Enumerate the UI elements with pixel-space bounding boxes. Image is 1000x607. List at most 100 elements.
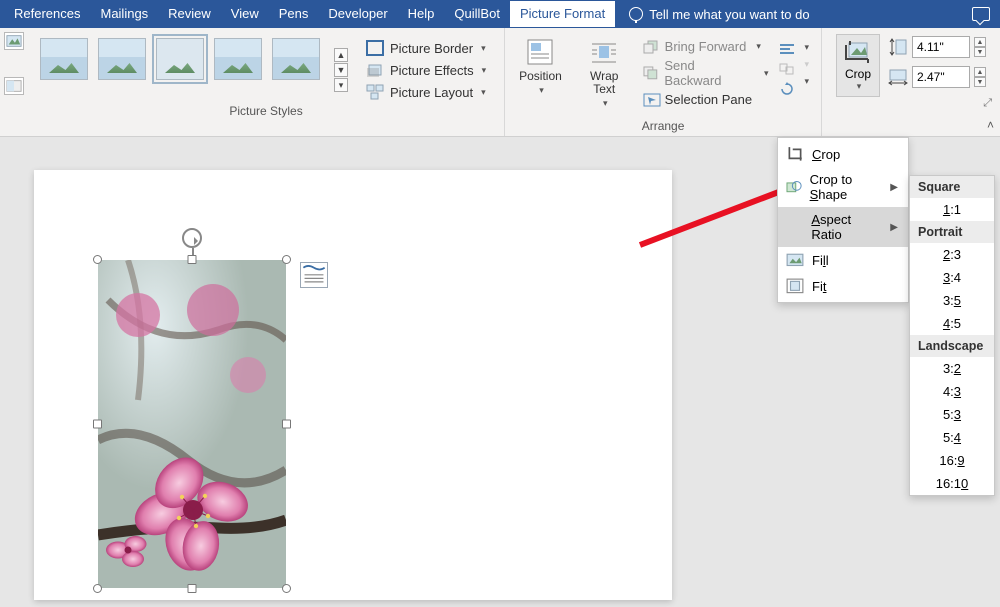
position-button[interactable]: Position▾ (511, 32, 570, 117)
ratio-5-3[interactable]: 5:3 (910, 403, 994, 426)
corrections-button[interactable] (4, 32, 24, 50)
lightbulb-icon (629, 7, 643, 21)
ratio-3-5[interactable]: 3:5 (910, 289, 994, 312)
resize-handle-tr[interactable] (282, 255, 291, 264)
shape-icon (786, 179, 802, 195)
wrap-text-icon (588, 36, 620, 68)
wrap-text-label: Wrap Text (590, 69, 618, 96)
selected-picture[interactable] (98, 260, 286, 588)
tell-me-search[interactable]: Tell me what you want to do (629, 7, 809, 22)
tab-mailings[interactable]: Mailings (90, 1, 158, 27)
crop-menu-icon (786, 146, 804, 162)
styles-more[interactable]: ▲▼▾ (334, 38, 348, 102)
style-thumb-2[interactable] (98, 38, 146, 80)
resize-handle-b[interactable] (188, 584, 197, 593)
style-thumb-1[interactable] (40, 38, 88, 80)
group-button (778, 62, 796, 76)
size-dialog-launcher[interactable]: ⤢ (983, 97, 994, 110)
ratio-2-3[interactable]: 2:3 (910, 243, 994, 266)
resize-handle-t[interactable] (188, 255, 197, 264)
picture-content (98, 260, 286, 588)
width-icon (888, 68, 908, 86)
tab-view[interactable]: View (221, 1, 269, 27)
style-thumb-4[interactable] (214, 38, 262, 80)
quick-adjust-stack (0, 28, 28, 136)
ratio-4-5[interactable]: 4:5 (910, 312, 994, 335)
style-thumb-5[interactable] (272, 38, 320, 80)
ratio-3-4[interactable]: 3:4 (910, 266, 994, 289)
height-input[interactable]: 4.11" (912, 36, 970, 58)
rotate-handle[interactable] (182, 228, 202, 248)
picture-layout-button[interactable]: Picture Layout▾ (362, 82, 490, 102)
height-icon (888, 38, 908, 56)
picture-styles-gallery[interactable]: ▲▼▾ (34, 32, 358, 102)
menu-item-fill[interactable]: Fill (778, 247, 908, 273)
resize-handle-r[interactable] (282, 420, 291, 429)
tab-picture-format[interactable]: Picture Format (510, 1, 615, 27)
align-button[interactable] (778, 42, 796, 56)
menu-item-crop-to-shape[interactable]: Crop to Shape ▶ (778, 167, 908, 207)
tab-quillbot[interactable]: QuillBot (444, 1, 510, 27)
send-backward-label: Send Backward (664, 58, 754, 88)
ratio-1-1[interactable]: 1:1 (910, 198, 994, 221)
tab-developer[interactable]: Developer (318, 1, 397, 27)
menu-item-aspect-label: Aspect Ratio (811, 212, 882, 242)
group-size: Crop ▾ 4.11" ▲▼ 2.47" ▲▼ ⤢ (822, 28, 1000, 136)
tab-help[interactable]: Help (398, 1, 445, 27)
tab-pens[interactable]: Pens (269, 1, 319, 27)
position-label: Position (519, 69, 562, 83)
ratio-header-portrait: Portrait (910, 221, 994, 243)
fit-icon (786, 278, 804, 294)
layout-options-button[interactable] (300, 262, 328, 288)
wrap-text-button[interactable]: Wrap Text▾ (570, 32, 639, 117)
ratio-3-2[interactable]: 3:2 (910, 357, 994, 380)
resize-handle-br[interactable] (282, 584, 291, 593)
resize-handle-tl[interactable] (93, 255, 102, 264)
position-icon (524, 36, 556, 68)
ratio-5-4[interactable]: 5:4 (910, 426, 994, 449)
tab-references[interactable]: References (4, 1, 90, 27)
layout-icon (366, 84, 384, 100)
color-button[interactable] (4, 77, 24, 95)
picture-layout-label: Picture Layout (390, 85, 473, 100)
group-label-picture-styles: Picture Styles (34, 102, 498, 119)
picture-effects-button[interactable]: Picture Effects▾ (362, 60, 490, 80)
group-arrange: Position▾ Wrap Text▾ Bring Forward▾ Send… (505, 28, 822, 136)
rotate-button[interactable] (778, 82, 796, 96)
picture-border-button[interactable]: Picture Border▾ (362, 38, 490, 58)
rotate-chevron[interactable]: ▾ (804, 76, 809, 87)
send-backward-icon (643, 66, 661, 80)
menu-item-crop[interactable]: Crop (778, 141, 908, 167)
comments-icon[interactable] (972, 7, 990, 21)
bring-forward-icon (643, 40, 661, 54)
menu-item-shape-label: Crop to Shape (810, 172, 883, 202)
menu-item-aspect-ratio[interactable]: Aspect Ratio ▶ (778, 207, 908, 247)
width-input[interactable]: 2.47" (912, 66, 970, 88)
menu-item-fill-label: Fill (812, 253, 829, 268)
tab-review[interactable]: Review (158, 1, 221, 27)
resize-handle-bl[interactable] (93, 584, 102, 593)
ratio-4-3[interactable]: 4:3 (910, 380, 994, 403)
ribbon-tabs-bar: References Mailings Review View Pens Dev… (0, 0, 1000, 28)
tell-me-label: Tell me what you want to do (649, 7, 809, 22)
height-spinner[interactable]: ▲▼ (974, 37, 986, 57)
crop-button[interactable]: Crop ▾ (836, 34, 880, 97)
submenu-arrow-icon: ▶ (890, 182, 898, 193)
ratio-16-9[interactable]: 16:9 (910, 449, 994, 472)
selection-pane-button[interactable]: Selection Pane (639, 91, 773, 108)
style-thumb-3[interactable] (156, 38, 204, 80)
picture-effects-label: Picture Effects (390, 63, 474, 78)
crop-dropdown-menu: Crop Crop to Shape ▶ Aspect Ratio ▶ Fill… (777, 137, 909, 303)
align-chevron[interactable]: ▾ (804, 42, 809, 53)
ratio-header-landscape: Landscape (910, 335, 994, 357)
menu-item-fit-label: Fit (812, 279, 826, 294)
resize-handle-l[interactable] (93, 420, 102, 429)
width-spinner[interactable]: ▲▼ (974, 67, 986, 87)
menu-item-fit[interactable]: Fit (778, 273, 908, 299)
ratio-header-square: Square (910, 176, 994, 198)
collapse-ribbon[interactable]: ˄ (987, 118, 994, 132)
border-icon (366, 40, 384, 56)
ratio-16-10[interactable]: 16:10 (910, 472, 994, 495)
tabs: References Mailings Review View Pens Dev… (4, 1, 615, 27)
selection-pane-label: Selection Pane (665, 92, 752, 107)
